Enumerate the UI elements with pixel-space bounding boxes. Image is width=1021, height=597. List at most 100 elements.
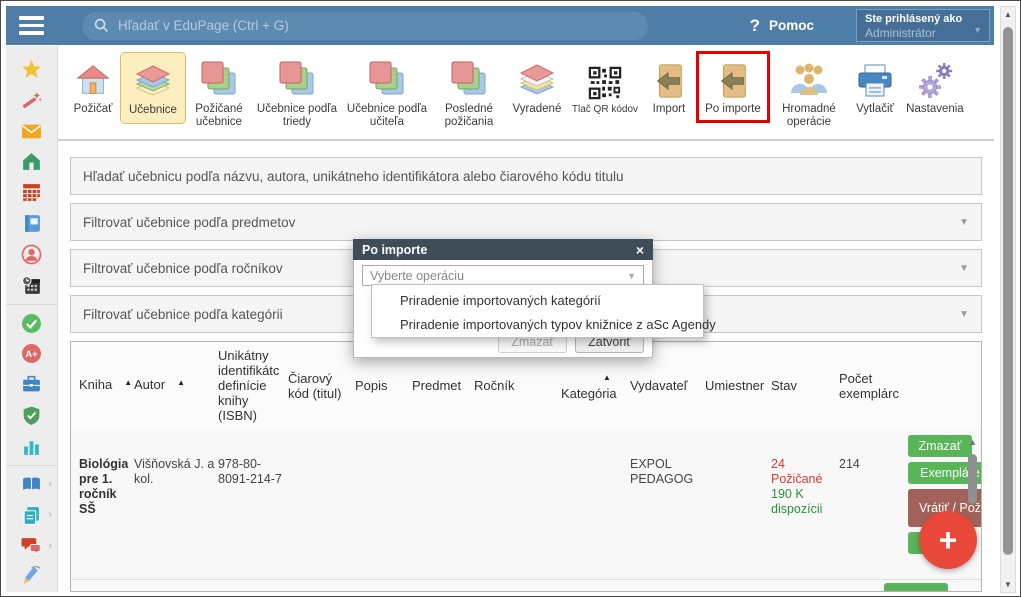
page-scrollbar[interactable]: ▲ ▼ [1000, 6, 1016, 593]
sidebar-item-documents[interactable]: › [6, 500, 57, 531]
help-label: Pomoc [769, 18, 814, 33]
cell-predmet [412, 439, 472, 457]
toolbar-item-label: Učebnice [129, 104, 177, 117]
toolbar-item-nastavenia[interactable]: Nastavenia [902, 51, 968, 116]
global-search [82, 12, 648, 40]
toolbar-item-label: Učebnice podľa učiteľa [342, 103, 432, 129]
cell-isbn: 978-80-8091-214-7 [218, 439, 286, 487]
operation-select[interactable]: Vyberte operáciu ▼ [362, 265, 644, 286]
sidebar-item-school[interactable] [6, 146, 57, 177]
stacked-squares-icon [199, 60, 239, 100]
toolbar-item-import[interactable]: Import [642, 51, 696, 116]
calendar-clock-icon [21, 275, 42, 296]
toolbar-item-hromadne-operacie[interactable]: Hromadné operácie [770, 51, 848, 129]
global-search-input[interactable] [118, 18, 636, 33]
house-icon [74, 62, 112, 100]
help-button[interactable]: ? Pomoc [750, 16, 814, 36]
sidebar-item-messages[interactable] [6, 116, 57, 147]
left-sidebar: A+ › › › [6, 46, 58, 592]
close-icon[interactable]: × [636, 243, 644, 257]
books-table: Kniha▲ Autor▲ Unikátny identifikátc defi… [70, 341, 982, 592]
col-header-predmet: Predmet [412, 378, 472, 393]
user-name: Administrátor [865, 26, 981, 40]
chevron-down-icon: ▼ [959, 217, 969, 228]
dropdown-option-kategorie[interactable]: Priradenie importovaných kategórií [372, 289, 703, 313]
sidebar-item-grades[interactable]: A+ [6, 338, 57, 369]
sidebar-item-statistics[interactable] [6, 431, 57, 462]
toolbar-item-ucebnice[interactable]: Učebnice [120, 52, 186, 124]
pen-icon [21, 566, 42, 587]
cell-kniha: Biológia pre 1. ročník SŠ [79, 439, 132, 517]
toolbar-item-pozicane-ucebnice[interactable]: Požičané učebnice [186, 51, 252, 129]
toolbar-item-tlac-qr-kodov[interactable]: Tlač QR kódov [568, 51, 642, 116]
table-scroll-up-icon[interactable]: ▲ [968, 437, 977, 447]
chevron-right-icon: › [48, 478, 52, 490]
sort-asc-icon: ▲ [124, 378, 132, 387]
toolbar-item-posledne-pozicania[interactable]: Posledné požičania [432, 51, 506, 129]
chat-bubbles-icon [21, 535, 42, 556]
user-menu[interactable]: Ste prihlásený ako Administrátor ▼ [856, 9, 990, 42]
toolbar-item-label: Učebnice podľa triedy [252, 103, 342, 129]
table-scrollbar-thumb[interactable] [968, 454, 977, 504]
stacked-squares-icon [277, 60, 317, 100]
col-header-vydavatel: Vydavateľ [630, 378, 703, 393]
scroll-up-icon[interactable]: ▲ [1001, 10, 1015, 19]
toolbar-item-pozicat[interactable]: Požičať [66, 51, 120, 116]
sidebar-item-favorites[interactable] [6, 54, 57, 85]
question-icon: ? [750, 16, 760, 36]
scrollbar-thumb[interactable] [1003, 27, 1013, 555]
sidebar-item-attendance[interactable] [6, 308, 57, 339]
scroll-down-icon[interactable]: ▼ [1001, 580, 1015, 589]
dialog-header: Po importe × [353, 239, 653, 260]
sidebar-item-wizard[interactable] [6, 85, 57, 116]
shield-check-icon [21, 405, 42, 426]
cell-stav: 24 Požičané 190 K dispozícii [771, 439, 837, 517]
col-header-kategoria[interactable]: ▲Kategória [561, 370, 628, 401]
toolbar-item-label: Po importe [705, 103, 761, 116]
col-header-kniha[interactable]: Kniha▲ [79, 377, 132, 394]
svg-text:A+: A+ [25, 350, 38, 361]
sidebar-item-elearning[interactable] [6, 561, 57, 592]
filter-label: Filtrovať učebnice podľa predmetov [83, 215, 295, 230]
add-button[interactable]: + [919, 511, 977, 569]
cell-kategoria [561, 439, 628, 457]
sidebar-item-calendar[interactable] [6, 270, 57, 301]
toolbar-item-po-importe[interactable]: Po importe [696, 51, 770, 123]
dropdown-option-typy-kniznice[interactable]: Priradenie importovaných typov knižnice … [372, 313, 703, 337]
col-header-rocnik: Ročník [474, 378, 559, 393]
filter-label: Filtrovať učebnice podľa ročníkov [83, 261, 283, 276]
sidebar-item-agenda[interactable] [6, 369, 57, 400]
toolbar-item-label: Nastavenia [906, 103, 964, 116]
cell-ciarovy-kod [288, 439, 353, 457]
next-row-button-partial[interactable] [884, 583, 948, 592]
sidebar-item-security[interactable] [6, 400, 57, 431]
dialog-title: Po importe [362, 243, 427, 257]
toolbar-item-vytlacit[interactable]: Vytlačiť [848, 51, 902, 116]
import-door-icon [714, 62, 752, 100]
sidebar-item-timetable[interactable] [6, 177, 57, 208]
toolbar-item-vyradene[interactable]: Vyradené [506, 51, 568, 116]
hamburger-menu-icon[interactable] [6, 16, 56, 35]
timetable-grid-icon [21, 182, 42, 203]
module-toolbar: Požičať Učebnice Požičané učebnice Učebn… [58, 46, 994, 141]
toolbar-item-ucebnice-podla-ucitela[interactable]: Učebnice podľa učiteľa [342, 51, 432, 129]
sidebar-item-library[interactable]: › [6, 469, 57, 500]
star-icon [21, 59, 42, 80]
cell-vydavatel: EXPOL PEDAGOG [630, 439, 703, 487]
toolbar-item-ucebnice-podla-triedy[interactable]: Učebnice podľa triedy [252, 51, 342, 129]
col-header-umiestnenie: Umiestner [705, 378, 769, 393]
col-header-autor[interactable]: Autor▲ [134, 377, 216, 394]
col-header-pocet: Počet exemplárc [839, 371, 906, 401]
sidebar-item-classbook[interactable] [6, 208, 57, 239]
toolbar-item-label: Hromadné operácie [770, 103, 848, 129]
book-search-input[interactable] [83, 169, 969, 184]
sidebar-item-students[interactable] [6, 239, 57, 270]
toolbar-item-label: Požičané učebnice [186, 103, 252, 129]
sidebar-item-communication[interactable]: › [6, 530, 57, 561]
stav-k-dispozicii: 190 K dispozícii [771, 487, 837, 517]
chevron-down-icon: ▼ [973, 25, 982, 35]
toolbar-item-label: Import [653, 103, 686, 116]
filter-predmety-select[interactable]: Filtrovať učebnice podľa predmetov ▼ [70, 203, 982, 241]
plus-icon: + [939, 522, 958, 559]
delete-button[interactable]: Zmazať [908, 435, 972, 457]
